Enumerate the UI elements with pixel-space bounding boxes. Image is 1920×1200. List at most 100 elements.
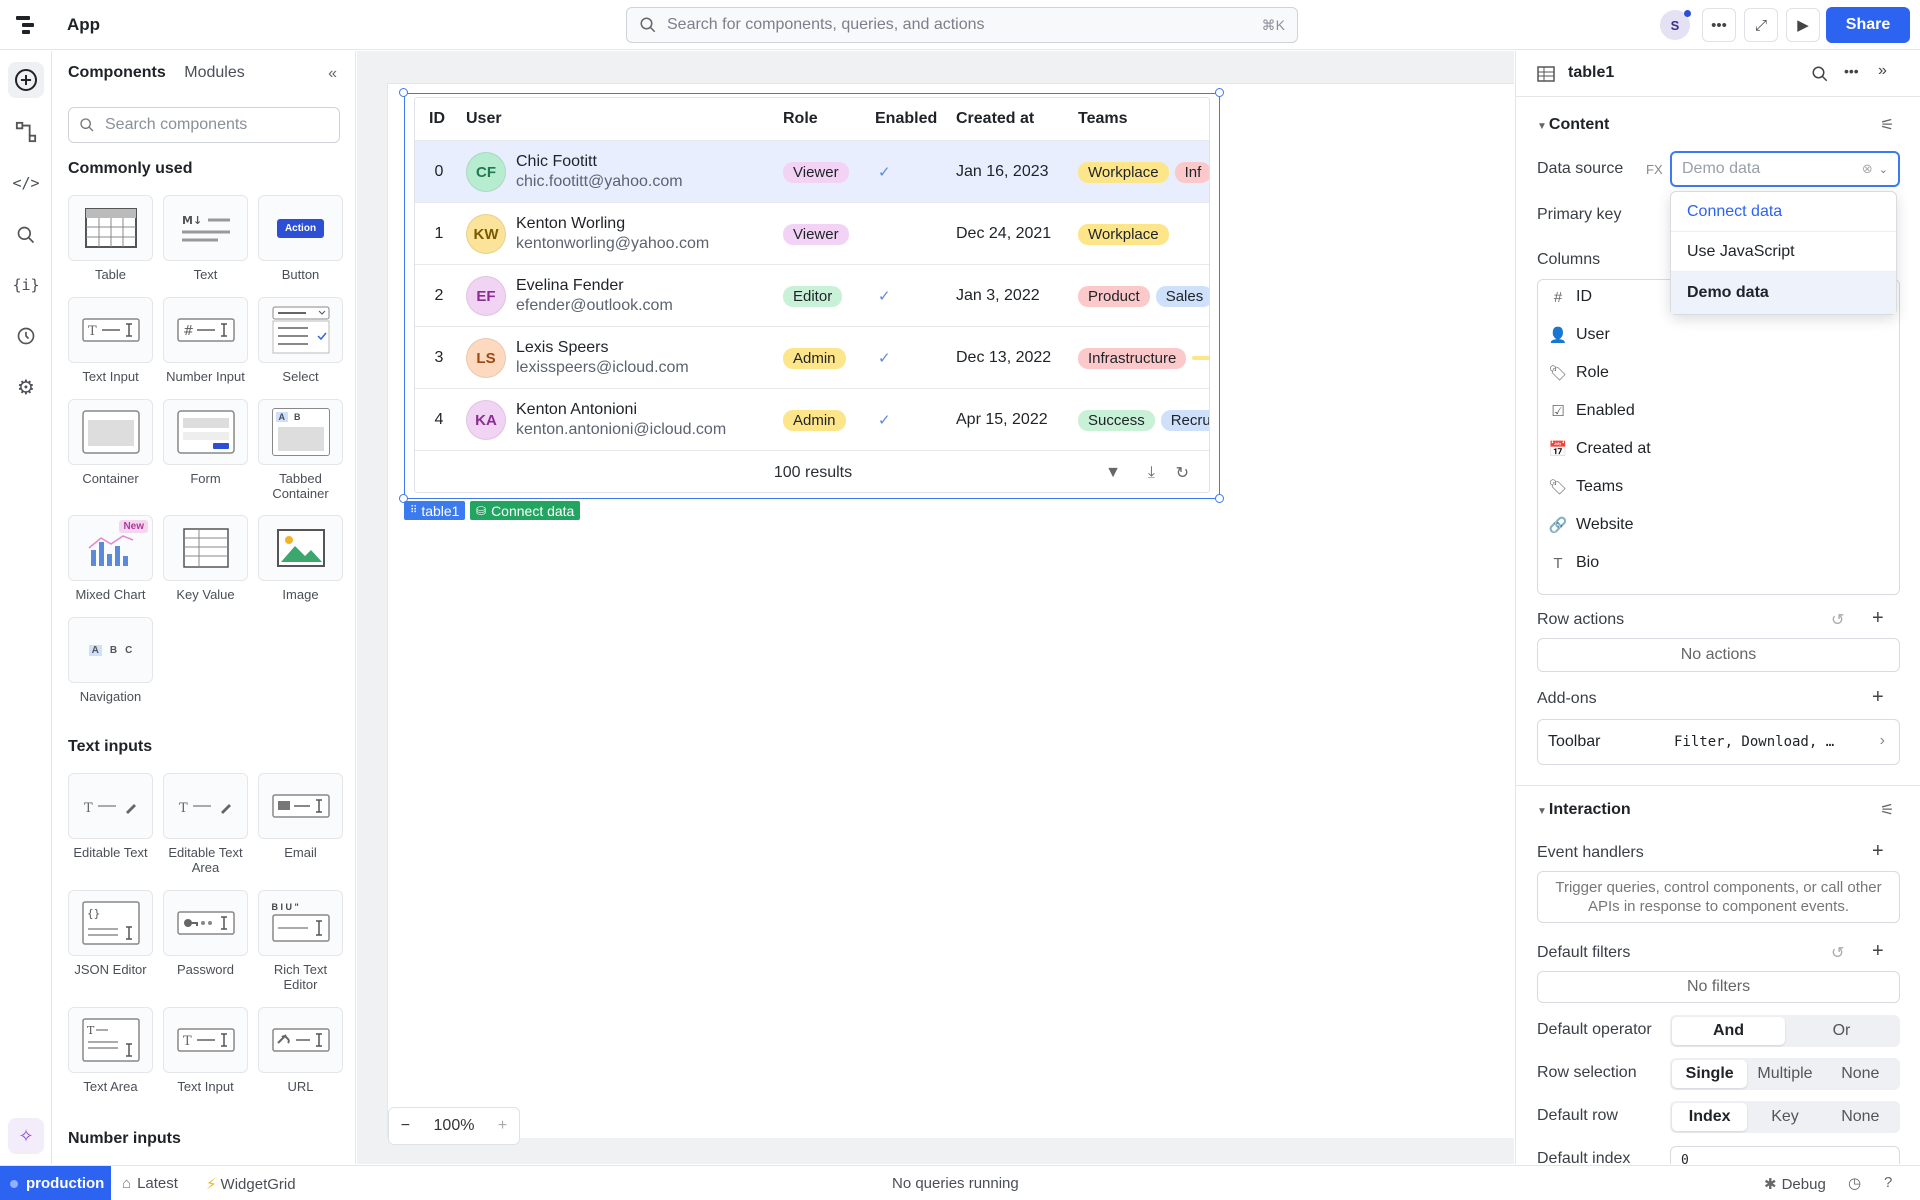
environment-badge[interactable]: production [0,1166,111,1200]
column-header-teams[interactable]: Teams [1078,98,1128,140]
component-editable-text[interactable]: T Editable Text [68,773,153,860]
column-item[interactable]: 🏷 Teams [1548,478,1623,496]
component-select[interactable]: Select [258,297,343,384]
default-row-key[interactable]: Key [1747,1103,1822,1131]
add-event-handler-icon[interactable]: + [1872,840,1884,863]
history-icon[interactable] [12,322,40,350]
data-source-select[interactable]: Demo data ⊗ ⌄ [1670,151,1900,187]
component-image[interactable]: Image [258,515,343,602]
app-title[interactable]: App [67,15,100,35]
ai-assist-icon[interactable]: ✧ [8,1118,44,1154]
default-index-input[interactable]: 0 [1670,1146,1900,1164]
component-editable-text-area[interactable]: T Editable Text Area [163,773,248,875]
search-rail-icon[interactable] [12,221,40,249]
column-item[interactable]: T Bio [1548,554,1599,572]
settings-gear-icon[interactable]: ⚙ [12,373,40,401]
component-navigation[interactable]: A B C Navigation [68,617,153,704]
component-tabbed-container[interactable]: A B Tabbed Container [258,399,343,501]
component-key-value[interactable]: Key Value [163,515,248,602]
component-text-area[interactable]: T Text Area [68,1007,153,1094]
default-row-index[interactable]: Index [1672,1103,1748,1131]
dropdown-option-connect-data[interactable]: Connect data [1671,192,1896,232]
component-password[interactable]: Password [163,890,248,977]
column-item[interactable]: ☑ Enabled [1548,402,1634,420]
collapse-inspector-icon[interactable]: » [1878,62,1887,80]
tab-modules[interactable]: Modules [184,64,244,81]
add-filter-icon[interactable]: + [1872,940,1884,963]
toolbar-addon[interactable]: Toolbar Filter, Download, … › [1537,719,1900,765]
chevron-down-icon[interactable]: ⌄ [1879,163,1888,176]
retool-logo-icon[interactable] [16,14,38,36]
collapse-panel-icon[interactable]: « [328,65,337,83]
column-header-created-at[interactable]: Created at [956,98,1034,140]
content-section-title[interactable]: ▼ Content [1537,116,1609,134]
table-row[interactable]: 3 LS Lexis Speers lexisspeers@icloud.com Adm… [415,326,1209,388]
history-icon[interactable]: ◷ [1848,1174,1861,1192]
share-button[interactable]: Share [1826,7,1910,43]
add-row-action-icon[interactable]: + [1872,607,1884,630]
operator-or[interactable]: Or [1785,1017,1898,1045]
resize-handle[interactable] [1215,494,1224,503]
branch-indicator[interactable]: ⌂ Latest [122,1175,178,1192]
resize-handle[interactable] [1215,88,1224,97]
component-json-editor[interactable]: {} JSON Editor [68,890,153,977]
column-header-enabled[interactable]: Enabled [875,98,937,140]
more-menu-button[interactable]: ••• [1702,8,1736,42]
component-name-tag[interactable]: ⠿ table1 [404,501,466,520]
connect-data-tag[interactable]: ⛁ Connect data [470,501,581,520]
column-item[interactable]: 📅 Created at [1548,440,1651,458]
settings-sliders-icon[interactable]: ⚟ [1880,115,1894,135]
table-row[interactable]: 2 EF Evelina Fender efender@outlook.com Edit… [415,264,1209,326]
preview-button[interactable]: ▶ [1786,8,1820,42]
component-number-input[interactable]: # Number Input [163,297,248,384]
zoom-in-button[interactable]: + [498,1117,507,1135]
component-email[interactable]: Email [258,773,343,860]
component-container[interactable]: Container [68,399,153,486]
download-icon[interactable]: ⤓ [1148,464,1155,482]
column-item[interactable]: 👤 User [1548,326,1610,344]
component-search-input[interactable]: Search components [68,107,340,143]
component-text[interactable]: M↓ Text [163,195,248,282]
column-item[interactable]: # ID [1548,288,1592,306]
column-header-role[interactable]: Role [783,98,818,140]
component-form[interactable]: Form [163,399,248,486]
component-text-input[interactable]: T Text Input [68,297,153,384]
reset-icon[interactable]: ↺ [1831,943,1844,963]
state-icon[interactable]: {i} [12,271,40,299]
table-component[interactable]: ID User Role Enabled Created at Teams 0 C… [414,97,1210,493]
settings-sliders-icon[interactable]: ⚟ [1880,800,1894,820]
component-table[interactable]: Table [68,195,153,282]
more-icon[interactable]: ••• [1844,63,1859,79]
refresh-icon[interactable]: ↻ [1176,463,1189,483]
table-row[interactable]: 4 KA Kenton Antonioni kenton.antonioni@iclo… [415,388,1209,450]
column-header-id[interactable]: ID [429,98,445,140]
column-header-user[interactable]: User [466,98,502,140]
help-icon[interactable]: ? [1884,1174,1892,1191]
plugin-indicator[interactable]: ⚡ WidgetGrid [206,1175,296,1193]
zoom-out-button[interactable]: − [401,1117,410,1135]
component-mixed-chart[interactable]: New Mixed Chart [68,515,153,602]
table-row[interactable]: 0 CF Chic Footitt chic.footitt@yahoo.com Vie… [415,140,1209,202]
code-icon[interactable]: </> [12,169,40,197]
component-name-title[interactable]: table1 [1568,64,1614,82]
tree-icon[interactable] [12,118,40,146]
dropdown-option-use-javascript[interactable]: Use JavaScript [1671,232,1896,272]
default-row-none[interactable]: None [1823,1103,1898,1131]
selection-single[interactable]: Single [1672,1060,1748,1088]
component-button[interactable]: Action Button [258,195,343,282]
selection-multiple[interactable]: Multiple [1747,1060,1822,1088]
add-addon-icon[interactable]: + [1872,686,1884,709]
interaction-section-title[interactable]: ▼ Interaction [1537,801,1631,819]
tab-components[interactable]: Components [68,64,166,81]
component-rich-text-editor[interactable]: B I U " Rich Text Editor [258,890,343,992]
filter-icon[interactable]: ▼ [1105,464,1121,482]
selection-none[interactable]: None [1823,1060,1898,1088]
add-components-icon[interactable] [8,62,44,98]
zoom-level[interactable]: 100% [434,1117,475,1135]
search-icon[interactable] [1811,65,1829,83]
component-url[interactable]: URL [258,1007,343,1094]
clear-icon[interactable]: ⊗ [1862,161,1873,177]
table-row[interactable]: 1 KW Kenton Worling kentonworling@yahoo.com… [415,202,1209,264]
global-search[interactable]: Search for components, queries, and acti… [626,7,1298,43]
column-item[interactable]: 🔗 Website [1548,516,1634,534]
